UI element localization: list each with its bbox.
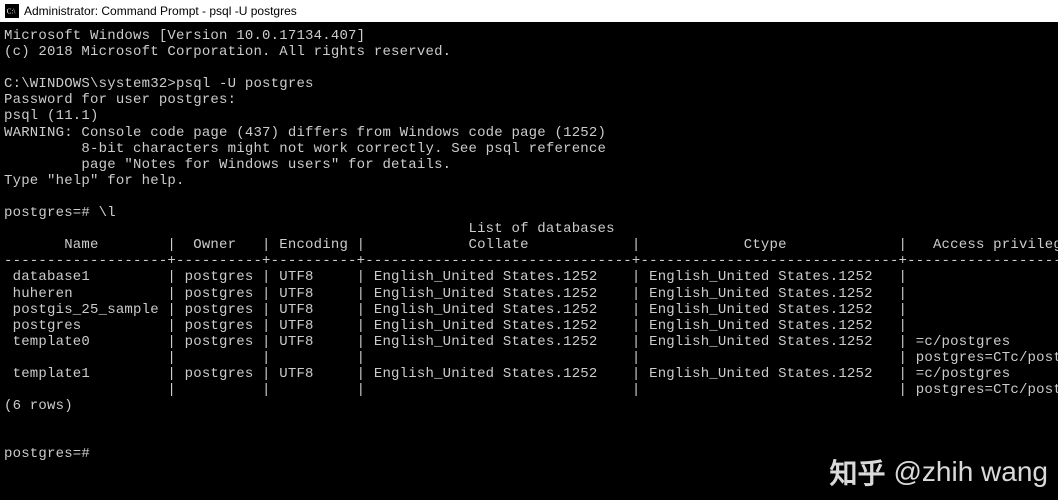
table-row: template1 | postgres | UTF8 | English_Un… [4, 366, 1058, 382]
cmd-icon: C:\ [4, 3, 20, 19]
terminal-line: Type "help" for help. [4, 173, 185, 189]
watermark-handle: @zhih wang [893, 456, 1048, 488]
terminal-line: 8-bit characters might not work correctl… [4, 141, 606, 157]
table-row: | | | | | postgres=CTc/postgres [4, 382, 1058, 398]
table-row: postgis_25_sample | postgres | UTF8 | En… [4, 302, 907, 318]
terminal-line: psql (11.1) [4, 108, 99, 124]
window-title: Administrator: Command Prompt - psql -U … [24, 4, 297, 18]
table-row: template0 | postgres | UTF8 | English_Un… [4, 334, 1058, 350]
table-row: database1 | postgres | UTF8 | English_Un… [4, 269, 907, 285]
table-row: | | | | | postgres=CTc/postgres [4, 350, 1058, 366]
table-header: Name | Owner | Encoding | Collate | Ctyp… [4, 237, 1058, 253]
watermark-logo: 知乎 [829, 452, 885, 492]
terminal-line: List of databases [4, 221, 615, 237]
watermark: 知乎 @zhih wang [829, 452, 1048, 492]
table-separator: -------------------+----------+---------… [4, 253, 1058, 269]
terminal-line: C:\WINDOWS\system32>psql -U postgres [4, 76, 314, 92]
terminal-line: WARNING: Console code page (437) differs… [4, 125, 606, 141]
table-row: postgres | postgres | UTF8 | English_Uni… [4, 318, 907, 334]
terminal-line: Password for user postgres: [4, 92, 236, 108]
terminal-output[interactable]: Microsoft Windows [Version 10.0.17134.40… [0, 22, 1058, 469]
terminal-line: postgres=# \l [4, 205, 116, 221]
table-row: huheren | postgres | UTF8 | English_Unit… [4, 286, 907, 302]
psql-prompt: postgres=# [4, 446, 90, 462]
terminal-line: (c) 2018 Microsoft Corporation. All righ… [4, 44, 451, 60]
svg-text:C:\: C:\ [7, 8, 16, 16]
row-count: (6 rows) [4, 398, 73, 414]
terminal-line: page "Notes for Windows users" for detai… [4, 157, 451, 173]
window-titlebar[interactable]: C:\ Administrator: Command Prompt - psql… [0, 0, 1058, 22]
terminal-line: Microsoft Windows [Version 10.0.17134.40… [4, 28, 365, 44]
